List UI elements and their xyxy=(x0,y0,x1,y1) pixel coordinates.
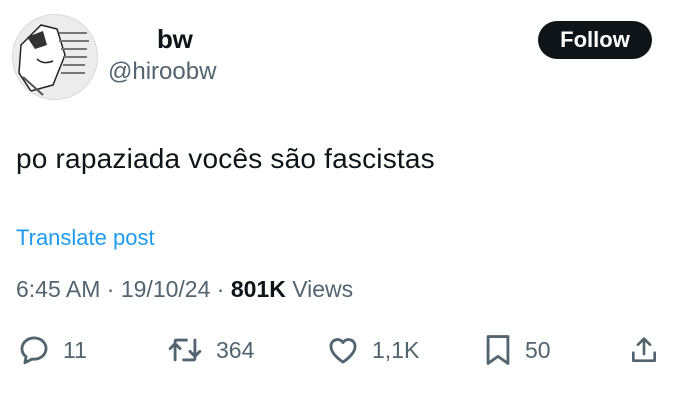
repost-icon xyxy=(168,338,202,362)
meta-separator: · xyxy=(216,276,225,302)
heart-icon xyxy=(329,338,357,364)
follow-button[interactable]: Follow xyxy=(538,21,652,59)
meta-separator: · xyxy=(106,276,115,302)
display-name[interactable]: bw xyxy=(157,24,193,55)
bookmark-count: 50 xyxy=(525,336,551,363)
reply-icon xyxy=(20,336,48,365)
reply-count: 11 xyxy=(63,336,87,363)
post-date[interactable]: 19/10/24 xyxy=(121,276,211,302)
avatar-image xyxy=(13,15,97,99)
reply-button[interactable]: 11 xyxy=(17,333,87,367)
repost-count: 364 xyxy=(216,336,255,363)
user-handle[interactable]: @hiroobw xyxy=(108,58,216,86)
bookmark-button[interactable]: 50 xyxy=(483,333,551,367)
like-button[interactable]: 1,1K xyxy=(326,333,419,367)
views-count: 801K xyxy=(230,276,286,302)
post-time[interactable]: 6:45 AM xyxy=(16,276,100,302)
views-label: Views xyxy=(292,276,354,302)
repost-button[interactable]: 364 xyxy=(166,333,254,367)
bookmark-icon xyxy=(486,335,510,365)
share-icon xyxy=(632,337,656,362)
post-text: po rapaziada vocês são fascistas xyxy=(16,143,435,174)
translate-post-link[interactable]: Translate post xyxy=(16,225,155,251)
post-meta: 6:45 AM · 19/10/24 · 801K Views xyxy=(16,276,353,303)
share-button[interactable] xyxy=(628,333,660,367)
avatar[interactable] xyxy=(12,14,98,100)
like-count: 1,1K xyxy=(372,336,420,363)
